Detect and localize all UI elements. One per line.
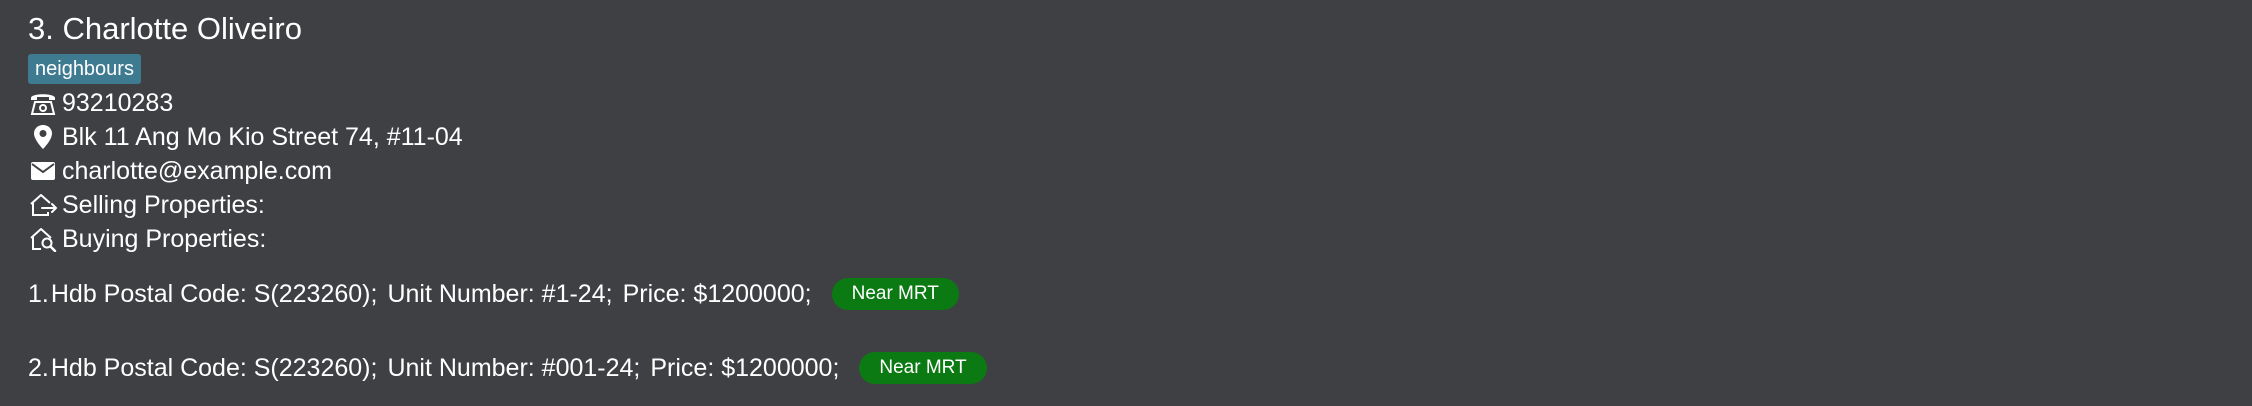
selling-properties-row: Selling Properties: [28, 188, 2224, 222]
listing-unit-number: Unit Number: #001-24; [387, 353, 641, 382]
buying-properties-row: Buying Properties: [28, 222, 2224, 256]
address-row: Blk 11 Ang Mo Kio Street 74, #11-04 [28, 120, 2224, 154]
location-pin-icon [28, 122, 58, 152]
person-name: 3. Charlotte Oliveiro [28, 11, 302, 46]
listing-price: Price: $1200000; [622, 279, 812, 308]
listing-postal-code: Hdb Postal Code: S(223260); [50, 279, 378, 308]
listing-price: Price: $1200000; [650, 353, 840, 382]
listing-unit-number: Unit Number: #1-24; [387, 279, 613, 308]
house-arrow-out-icon [28, 190, 58, 220]
selling-properties-label: Selling Properties: [62, 190, 265, 219]
person-card[interactable]: 3. Charlotte Oliveiro neighbours 9321028… [0, 0, 2252, 406]
tag-neighbours: neighbours [28, 54, 141, 84]
phone-row: 93210283 [28, 86, 2224, 120]
listing-postal-code: Hdb Postal Code: S(223260); [50, 353, 378, 382]
list-item[interactable]: 2. Hdb Postal Code: S(223260); Unit Numb… [28, 348, 2224, 388]
list-item[interactable]: 1. Hdb Postal Code: S(223260); Unit Numb… [28, 274, 2224, 314]
email-row: charlotte@example.com [28, 154, 2224, 188]
listing-index: 2. [28, 353, 49, 382]
buying-properties-list: 1. Hdb Postal Code: S(223260); Unit Numb… [28, 274, 2224, 388]
email-text: charlotte@example.com [62, 156, 332, 185]
listing-tag-badge: Near MRT [831, 278, 959, 310]
listing-index: 1. [28, 279, 49, 308]
buying-properties-label: Buying Properties: [62, 224, 267, 253]
listing-tag-badge: Near MRT [859, 352, 987, 384]
address-text: Blk 11 Ang Mo Kio Street 74, #11-04 [62, 122, 463, 151]
tag-list: neighbours [28, 52, 2224, 86]
envelope-icon [28, 156, 58, 186]
phone-number: 93210283 [62, 88, 174, 117]
house-search-icon [28, 224, 58, 254]
phone-icon [28, 88, 58, 118]
